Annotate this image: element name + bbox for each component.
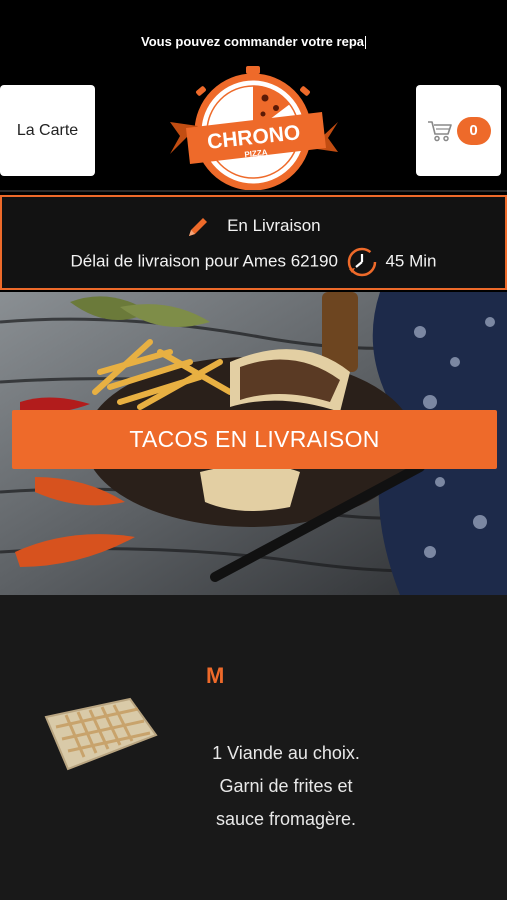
menu-section: M 1 Viande au choix. Garni de frites et … <box>0 595 507 900</box>
clock-icon <box>347 247 376 277</box>
desc-line-1: 1 Viande au choix. <box>212 743 360 763</box>
announcement-marquee: Vous pouvez commander votre repa <box>0 34 507 50</box>
cart-icon <box>427 120 452 141</box>
text-caret <box>365 36 366 50</box>
delivery-mode-row[interactable]: En Livraison <box>2 215 505 239</box>
la-carte-button[interactable]: La Carte <box>0 85 95 176</box>
cart-button[interactable]: 0 <box>416 85 501 176</box>
desc-line-2: Garni de frites et <box>219 776 353 796</box>
desc-line-3: sauce fromagère. <box>215 809 357 829</box>
marquee-text: Vous pouvez commander votre repa <box>141 34 364 49</box>
menu-item-description: 1 Viande au choix. Garni de frites et sa… <box>186 737 386 836</box>
delivery-delay-row: Délai de livraison pour Ames 62190 45 Mi… <box>2 246 505 278</box>
delivery-info-panel[interactable]: En Livraison Délai de livraison pour Ame… <box>0 195 507 290</box>
chrono-pizza-logo[interactable]: CHRONO PIZZA <box>168 64 340 191</box>
la-carte-label: La Carte <box>16 121 79 139</box>
cart-count-badge: 0 <box>456 116 491 145</box>
delivery-delay-text: Délai de livraison pour Ames 62190 <box>70 251 338 271</box>
header-divider <box>0 190 507 192</box>
menu-item-title[interactable]: M <box>206 663 224 689</box>
tacos-delivery-button[interactable]: TACOS EN LIVRAISON <box>12 410 497 469</box>
tacos-delivery-label: TACOS EN LIVRAISON <box>129 426 380 452</box>
tacos-m-image[interactable] <box>38 695 158 775</box>
delivery-mode-label: En Livraison <box>227 216 321 236</box>
delivery-delay-time: 45 Min <box>385 251 437 271</box>
hero-banner: TACOS EN LIVRAISON <box>0 292 507 595</box>
pencil-icon <box>189 218 208 236</box>
